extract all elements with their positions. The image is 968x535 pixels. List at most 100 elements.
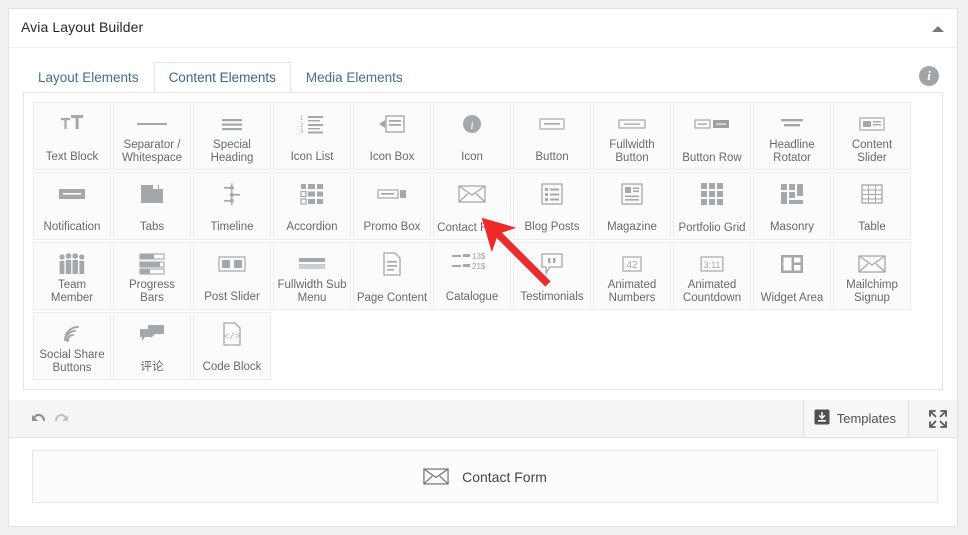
element-tile-label: Special Heading <box>210 139 254 164</box>
element-tile-magazine[interactable]: Magazine <box>593 172 671 240</box>
element-tile-icon-list[interactable]: 1 2 3 Icon List <box>273 102 351 170</box>
element-tile-label: Timeline <box>210 221 254 233</box>
undo-icon[interactable] <box>27 409 47 429</box>
triangle-up-icon[interactable] <box>929 20 947 38</box>
page-content-icon <box>354 251 430 277</box>
element-tile-label: Icon <box>461 151 483 163</box>
element-tile-accordion[interactable]: Accordion <box>273 172 351 240</box>
info-icon[interactable]: i <box>919 66 939 86</box>
element-tile-label: Icon Box <box>369 151 415 163</box>
element-tile-fullwidth-sub-menu[interactable]: Fullwidth Sub Menu <box>273 242 351 310</box>
icon-box-icon <box>354 111 430 137</box>
element-tile-promo-box[interactable]: Promo Box <box>353 172 431 240</box>
element-tile-label: Button Row <box>682 152 742 164</box>
quote-bubble-icon <box>514 251 590 277</box>
save-box-icon <box>814 409 830 428</box>
element-tile-label: Social Share Buttons <box>39 349 105 374</box>
element-tile-notification[interactable]: Notification <box>33 172 111 240</box>
element-tile-animated-countdown[interactable]: 3:11 Animated Countdown <box>673 242 751 310</box>
tab-media-elements[interactable]: Media Elements <box>291 62 418 91</box>
widget-area-icon <box>754 251 830 277</box>
element-tile-label: Promo Box <box>363 221 421 233</box>
element-tile-label: Animated Countdown <box>682 279 742 304</box>
element-tile-label: Mailchimp Signup <box>846 279 898 304</box>
envelope-icon <box>434 181 510 207</box>
element-tile-label: Table <box>858 221 886 233</box>
redo-icon[interactable] <box>53 409 73 429</box>
element-tile-timeline[interactable]: Timeline <box>193 172 271 240</box>
element-tile-contact-form[interactable]: Contact Form <box>433 172 511 240</box>
templates-button[interactable]: Templates <box>802 400 909 437</box>
avia-layout-builder-screen: Avia Layout Builder Layout Elements Cont… <box>0 0 968 535</box>
element-tile-label: Fullwidth Sub Menu <box>277 279 347 304</box>
post-slider-icon <box>194 251 270 277</box>
element-tile-animated-numbers[interactable]: 42 Animated Numbers <box>593 242 671 310</box>
text-block-icon <box>34 111 110 137</box>
team-member-icon <box>34 251 110 277</box>
element-tile-team-member[interactable]: Team Member <box>33 242 111 310</box>
element-tile-label: Fullwidth Button <box>609 139 655 164</box>
element-tile-label: Masonry <box>769 221 815 233</box>
element-tile-testimonials[interactable]: Testimonials <box>513 242 591 310</box>
element-tile-text-block[interactable]: Text Block <box>33 102 111 170</box>
canvas-element-label: Contact Form <box>462 468 547 485</box>
svg-text:</>: </> <box>224 332 240 342</box>
element-tile-separator-whitespace[interactable]: Separator / Whitespace <box>113 102 191 170</box>
element-row: Team Member Progress Bars Post Slider Fu… <box>32 241 936 311</box>
element-tile-label: Testimonials <box>520 291 584 303</box>
element-tile-blog-posts[interactable]: Blog Posts <box>513 172 591 240</box>
triangle-up-glyph <box>932 26 944 32</box>
table-icon <box>834 181 910 207</box>
element-tile-label: Portfolio Grid <box>678 222 746 234</box>
element-tile-icon-box[interactable]: Icon Box <box>353 102 431 170</box>
svg-text:13$: 13$ <box>472 252 486 261</box>
element-tile-tabs[interactable]: Tabs <box>113 172 191 240</box>
element-tile-widget-area[interactable]: Widget Area <box>753 242 831 310</box>
page-title: Avia Layout Builder <box>21 19 144 35</box>
tab-content-elements[interactable]: Content Elements <box>153 62 291 92</box>
element-tile-fullwidth-button[interactable]: Fullwidth Button <box>593 102 671 170</box>
button-icon <box>514 111 590 137</box>
notification-icon <box>34 181 110 207</box>
element-tile-label: Tabs <box>139 221 165 233</box>
element-tile-icon[interactable]: i Icon <box>433 102 511 170</box>
envelope-icon <box>834 251 910 277</box>
tab-layout-elements[interactable]: Layout Elements <box>23 62 154 91</box>
element-tile-mailchimp-signup[interactable]: Mailchimp Signup <box>833 242 911 310</box>
element-row: Text Block Separator / Whitespace Specia… <box>32 101 936 171</box>
element-tile-masonry[interactable]: Masonry <box>753 172 831 240</box>
element-tile-button-row[interactable]: Button Row <box>673 102 751 170</box>
fullscreen-icon[interactable] <box>927 408 949 430</box>
element-tile-portfolio-grid[interactable]: Portfolio Grid <box>673 172 751 240</box>
element-tile-button[interactable]: Button <box>513 102 591 170</box>
element-tile-progress-bars[interactable]: Progress Bars <box>113 242 191 310</box>
heading-icon <box>194 111 270 137</box>
element-tile-page-content[interactable]: Page Content <box>353 242 431 310</box>
animated-numbers-icon: 42 <box>594 251 670 277</box>
metabox-header: Avia Layout Builder <box>9 9 957 48</box>
separator-icon <box>114 111 190 137</box>
element-tile-table[interactable]: Table <box>833 172 911 240</box>
element-tile-comments[interactable]: 评论 <box>113 312 191 380</box>
canvas-element-contact-form[interactable]: Contact Form <box>32 450 938 503</box>
headline-rotator-icon <box>754 111 830 137</box>
svg-text:3:11: 3:11 <box>704 260 721 270</box>
element-tile-post-slider[interactable]: Post Slider <box>193 242 271 310</box>
element-tile-label: Magazine <box>607 221 657 233</box>
element-tabs: Layout Elements Content Elements Media E… <box>23 62 943 93</box>
element-tile-content-slider[interactable]: Content Slider <box>833 102 911 170</box>
builder-canvas: Contact Form <box>8 438 958 527</box>
element-tile-label: Accordion <box>286 221 338 233</box>
element-tile-catalogue[interactable]: 13$ 21$ Catalogue <box>433 242 511 310</box>
element-tile-code-block[interactable]: </> Code Block <box>193 312 271 380</box>
element-tile-headline-rotator[interactable]: Headline Rotator <box>753 102 831 170</box>
element-tile-label: Text Block <box>45 151 99 163</box>
svg-text:i: i <box>470 118 473 132</box>
element-tile-label: Animated Numbers <box>607 279 657 304</box>
envelope-icon <box>423 467 449 486</box>
element-tile-special-heading[interactable]: Special Heading <box>193 102 271 170</box>
element-tile-social-share-buttons[interactable]: Social Share Buttons <box>33 312 111 380</box>
element-tile-label: Team Member <box>50 279 94 304</box>
portfolio-grid-icon <box>674 181 750 207</box>
icon-list-icon: 1 2 3 <box>274 111 350 137</box>
